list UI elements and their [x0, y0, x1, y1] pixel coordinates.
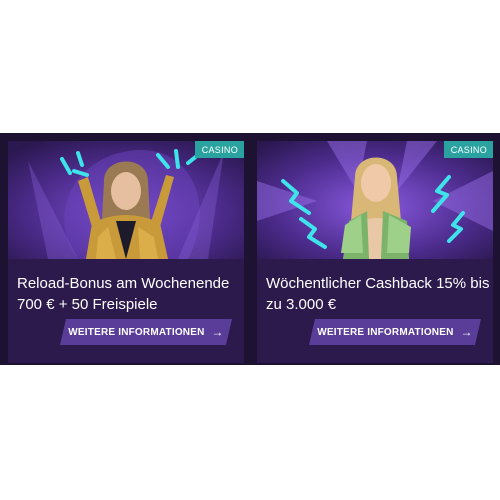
promo-title-line2: zu 3.000 €	[266, 296, 337, 313]
promo-title-line1: Wöchentlicher Cashback 15% bis	[266, 275, 490, 292]
more-info-label: WEITERE INFORMATIONEN	[68, 326, 205, 338]
promo-hero-image	[8, 141, 244, 259]
promo-title-line2: 700 € + 50 Freispiele	[17, 296, 158, 313]
more-info-button[interactable]: WEITERE INFORMATIONEN →	[309, 319, 481, 345]
promo-hero-image	[257, 141, 493, 259]
more-info-button[interactable]: WEITERE INFORMATIONEN →	[60, 319, 232, 345]
casino-badge: CASINO	[194, 141, 244, 158]
promo-title[interactable]: Reload-Bonus am Wochenende 700 € + 50 Fr…	[17, 273, 241, 315]
promo-card-cashback[interactable]: CASINO Wöchentlicher Cashback 15% bis zu…	[257, 141, 493, 363]
promo-title-line1: Reload-Bonus am Wochenende	[17, 275, 230, 292]
arrow-right-icon: →	[460, 325, 473, 339]
casino-badge: CASINO	[443, 141, 493, 158]
promo-card-reload-bonus[interactable]: CASINO Reload-Bonus am Wochenende 700 € …	[8, 141, 244, 363]
more-info-label: WEITERE INFORMATIONEN	[317, 326, 454, 338]
promo-title[interactable]: Wöchentlicher Cashback 15% bis zu 3.000 …	[266, 273, 490, 315]
arrow-right-icon: →	[211, 325, 224, 339]
